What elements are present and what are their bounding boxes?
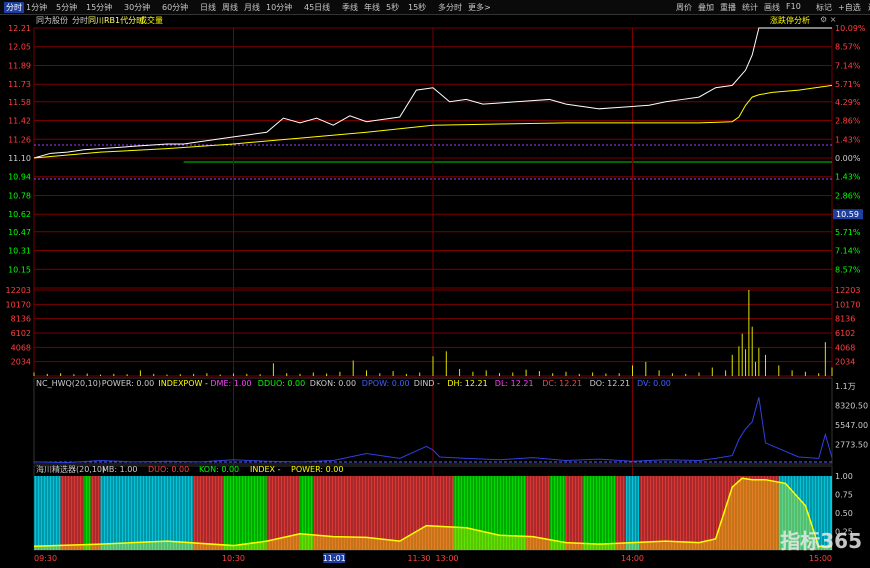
signal-block xyxy=(90,476,101,550)
pct-tick-label: 5.71% xyxy=(835,80,861,89)
pct-tick-label: 0.00% xyxy=(835,154,861,163)
current-price-label: 10.59 xyxy=(836,210,859,219)
ind1-tick-label: 5547.00 xyxy=(835,421,868,430)
price-tick-label: 12.21 xyxy=(8,24,31,33)
time-tick-label: 14:00 xyxy=(621,554,644,563)
volume-tick-right: 4068 xyxy=(835,343,855,352)
ind1-label-7: DIND - xyxy=(414,379,440,388)
ind1-label-8: DH: 12.21 xyxy=(447,379,487,388)
volume-tick-left: 6102 xyxy=(11,329,31,338)
ind2-tick-label: 0.75 xyxy=(835,491,853,500)
ind2-tick-label: 0.50 xyxy=(835,509,853,518)
ind1-label-4: DDUO: 0.00 xyxy=(258,379,305,388)
ind1-label-5: DKON: 0.00 xyxy=(310,379,356,388)
volume-tick-left: 4068 xyxy=(11,343,31,352)
time-tick-label: 13:00 xyxy=(435,554,458,563)
ind2-label-2: DUO: 0.00 xyxy=(148,465,189,474)
price-tick-label: 10.78 xyxy=(8,191,31,200)
ind1-label-1: POWER: 0.00 xyxy=(102,379,154,388)
volume-tick-right: 6102 xyxy=(835,329,855,338)
ind1-label-9: DL: 12.21 xyxy=(495,379,534,388)
ind1-tick-label: 2773.50 xyxy=(835,441,868,450)
time-tick-label: 10:30 xyxy=(222,554,245,563)
ind1-label-11: DO: 12.21 xyxy=(590,379,630,388)
ind1-label-0: NC_HWQ(20,10) xyxy=(36,379,101,388)
price-tick-label: 11.26 xyxy=(8,135,31,144)
watermark-logo: 指标365 xyxy=(780,529,862,553)
volume-tick-left: 10170 xyxy=(6,300,31,309)
ind1-label-3: DME: 1.00 xyxy=(210,379,251,388)
pct-tick-label: 2.86% xyxy=(835,117,861,126)
ind2-label-5: POWER: 0.00 xyxy=(291,465,343,474)
ind1-label-6: DPOW: 0.00 xyxy=(362,379,410,388)
cursor-time-label: 11:01 xyxy=(323,554,346,563)
price-tick-label: 11.73 xyxy=(8,80,31,89)
ind1-tick-label: 1.1万 xyxy=(835,382,856,391)
signal-block xyxy=(100,476,194,550)
price-tick-label: 11.58 xyxy=(8,98,31,107)
volume-tick-left: 2034 xyxy=(11,358,31,367)
pct-tick-label: 2.86% xyxy=(835,191,861,200)
price-tick-label: 10.94 xyxy=(8,173,31,182)
signal-block xyxy=(615,476,626,550)
ind1-tick-label: 8320.50 xyxy=(835,402,868,411)
signal-block xyxy=(193,476,224,550)
price-tick-label: 11.10 xyxy=(8,154,31,163)
ind2-tick-label: 1.00 xyxy=(835,472,853,481)
price-tick-label: 10.47 xyxy=(8,228,31,237)
pct-tick-label: 4.29% xyxy=(835,98,861,107)
ind1-label-10: DC: 12.21 xyxy=(542,379,582,388)
volume-tick-left: 8136 xyxy=(11,315,31,324)
ind2-label-1: MB: 1.00 xyxy=(102,465,137,474)
pct-tick-label: 7.14% xyxy=(835,61,861,70)
ind1-label-2: INDEXPOW - xyxy=(158,379,208,388)
volume-tick-right: 12203 xyxy=(835,286,860,295)
volume-tick-right: 8136 xyxy=(835,315,855,324)
time-tick-label: 11:30 xyxy=(407,554,430,563)
volume-tick-right: 10170 xyxy=(835,300,860,309)
price-tick-label: 10.31 xyxy=(8,247,31,256)
signal-block xyxy=(582,476,616,550)
ind2-label-0: 海川精选器(20,10) xyxy=(36,464,105,474)
time-tick-label: 15:00 xyxy=(809,554,832,563)
volume-tick-right: 2034 xyxy=(835,358,855,367)
pct-tick-label: 8.57% xyxy=(835,43,861,52)
pct-tick-label: 5.71% xyxy=(835,228,861,237)
ind2-label-3: KON: 0.00 xyxy=(199,465,239,474)
price-tick-label: 12.05 xyxy=(8,43,31,52)
ind1-label-12: DV: 0.00 xyxy=(637,379,671,388)
pct-tick-label: 1.43% xyxy=(835,173,861,182)
pct-tick-label: 7.14% xyxy=(835,247,861,256)
time-tick-label: 09:30 xyxy=(34,554,57,563)
price-tick-label: 11.42 xyxy=(8,117,31,126)
pct-tick-label: 8.57% xyxy=(835,265,861,274)
price-tick-label: 10.62 xyxy=(8,210,31,219)
signal-block xyxy=(223,476,267,550)
signal-block xyxy=(34,476,61,550)
pct-tick-label: 1.43% xyxy=(835,135,861,144)
signal-block xyxy=(549,476,566,550)
price-tick-label: 10.15 xyxy=(8,265,31,274)
volume-tick-left: 12203 xyxy=(6,286,31,295)
chart-canvas[interactable]: 12.21 10.09% 12.05 8.57% 11.89 7.14% 11.73 5.71… xyxy=(0,0,870,568)
signal-block xyxy=(639,476,650,550)
pct-tick-label: 10.09% xyxy=(835,24,866,33)
price-tick-label: 11.89 xyxy=(8,61,31,70)
ind2-label-4: INDEX - xyxy=(250,465,281,474)
